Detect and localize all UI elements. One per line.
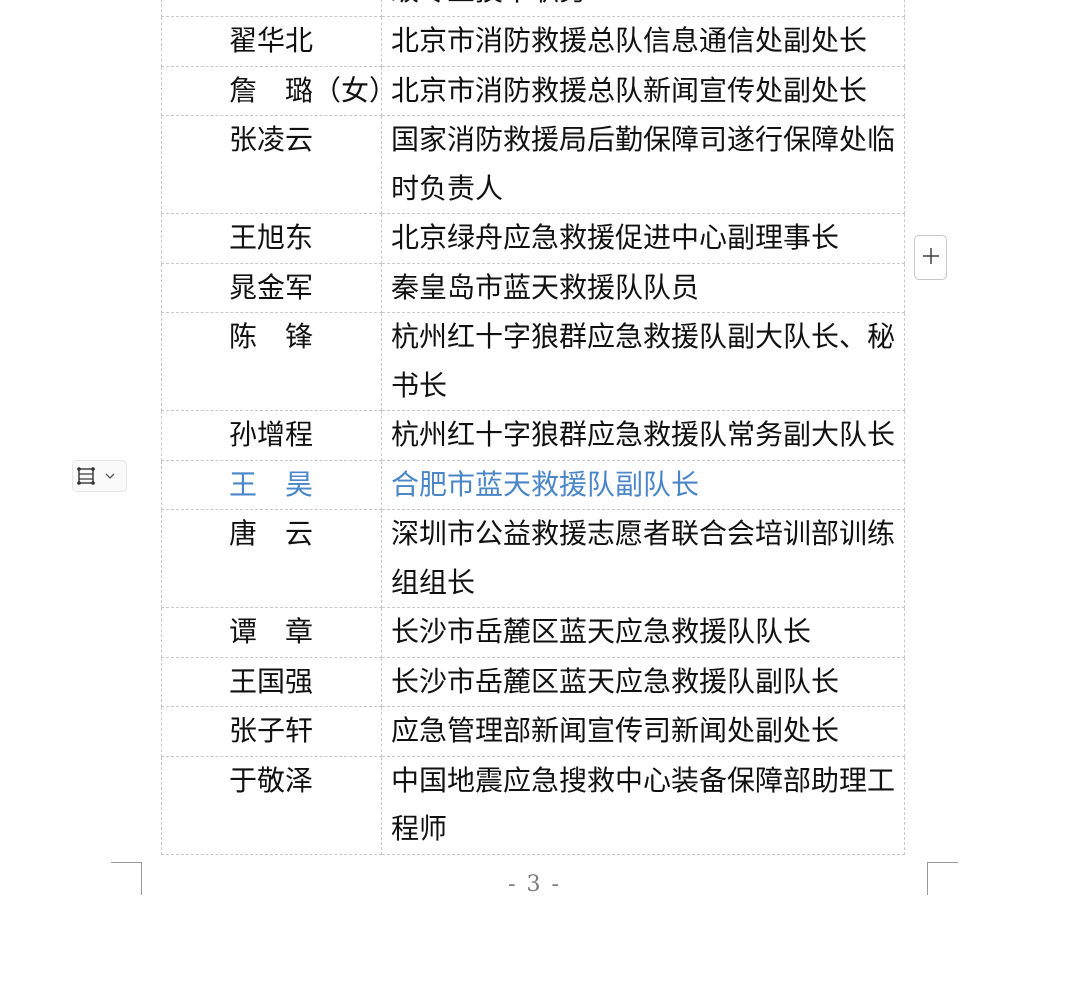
role-cell[interactable]: 长沙市岳麓区蓝天应急救援队副队长 [381,656,905,707]
role-cell[interactable]: 北京市消防救援总队新闻宣传处副处长 [381,65,905,116]
role-cell[interactable]: 应急管理部新闻宣传司新闻处副处长 [381,706,905,757]
role-cell[interactable]: 国家消防救援局后勤保障司遂行保障处临时负责人 [381,115,905,214]
table-row: 谭 章 长沙市岳麓区蓝天应急救援队队长 [161,607,905,658]
role-cell[interactable]: 杭州红十字狼群应急救援队副大队长、秘书长 [381,312,905,411]
page-number: - 3 - [508,872,561,897]
role-cell[interactable]: 北京市消防救援总队信息通信处副处长 [381,16,905,67]
table-row: 孙增程 杭州红十字狼群应急救援队常务副大队长 [161,410,905,461]
chevron-down-icon[interactable] [99,461,121,491]
name-cell[interactable]: 翟华北 [161,16,382,67]
role-cell[interactable]: 级专业技术职务 [381,0,905,17]
plus-icon [922,247,940,269]
table-row-partial: 级专业技术职务 [161,0,905,17]
role-cell[interactable]: 中国地震应急搜救中心装备保障部助理工程师 [381,755,905,855]
table-row: 陈 锋 杭州红十字狼群应急救援队副大队长、秘书长 [161,312,905,411]
table-row: 唐 云 深圳市公益救援志愿者联合会培训部训练组组长 [161,509,905,608]
name-cell[interactable]: 王国强 [161,656,382,707]
role-cell[interactable]: 秦皇岛市蓝天救援队队员 [381,262,905,313]
role-cell[interactable]: 杭州红十字狼群应急救援队常务副大队长 [381,410,905,461]
name-cell[interactable]: 唐 云 [161,509,382,608]
name-cell[interactable]: 詹 璐（女） [161,65,382,116]
add-column-button[interactable] [914,235,947,280]
name-cell[interactable]: 张凌云 [161,115,382,214]
name-cell[interactable]: 陈 锋 [161,312,382,411]
name-cell[interactable]: 谭 章 [161,607,382,658]
table-row: 张凌云 国家消防救援局后勤保障司遂行保障处临时负责人 [161,115,905,214]
table-row: 张子轩 应急管理部新闻宣传司新闻处副处长 [161,706,905,757]
role-cell[interactable]: 深圳市公益救援志愿者联合会培训部训练组组长 [381,509,905,608]
table-row: 王旭东 北京绿舟应急救援促进中心副理事长 [161,213,905,264]
table-row: 晁金军 秦皇岛市蓝天救援队队员 [161,262,905,313]
table-row: 翟华北 北京市消防救援总队信息通信处副处长 [161,16,905,67]
name-cell[interactable]: 张子轩 [161,706,382,757]
name-cell[interactable]: 孙增程 [161,410,382,461]
name-cell[interactable]: 于敬泽 [161,755,382,855]
name-cell[interactable] [161,0,382,17]
name-cell[interactable]: 晁金军 [161,262,382,313]
row-handle[interactable] [72,460,127,492]
name-cell[interactable]: 王 昊 [161,459,382,510]
role-cell[interactable]: 北京绿舟应急救援促进中心副理事长 [381,213,905,264]
table-row: 于敬泽 中国地震应急搜救中心装备保障部助理工程师 [161,755,905,855]
table-grip-icon[interactable] [73,461,99,491]
table-row: 王国强 长沙市岳麓区蓝天应急救援队副队长 [161,656,905,707]
role-cell[interactable]: 合肥市蓝天救援队副队长 [381,459,905,510]
name-cell[interactable]: 王旭东 [161,213,382,264]
table-row: 詹 璐（女） 北京市消防救援总队新闻宣传处副处长 [161,65,905,116]
table-row-selected: 王 昊 合肥市蓝天救援队副队长 [161,459,905,510]
personnel-table: 级专业技术职务 翟华北 北京市消防救援总队信息通信处副处长 詹 璐（女） 北京市… [161,0,905,855]
role-cell[interactable]: 长沙市岳麓区蓝天应急救援队队长 [381,607,905,658]
